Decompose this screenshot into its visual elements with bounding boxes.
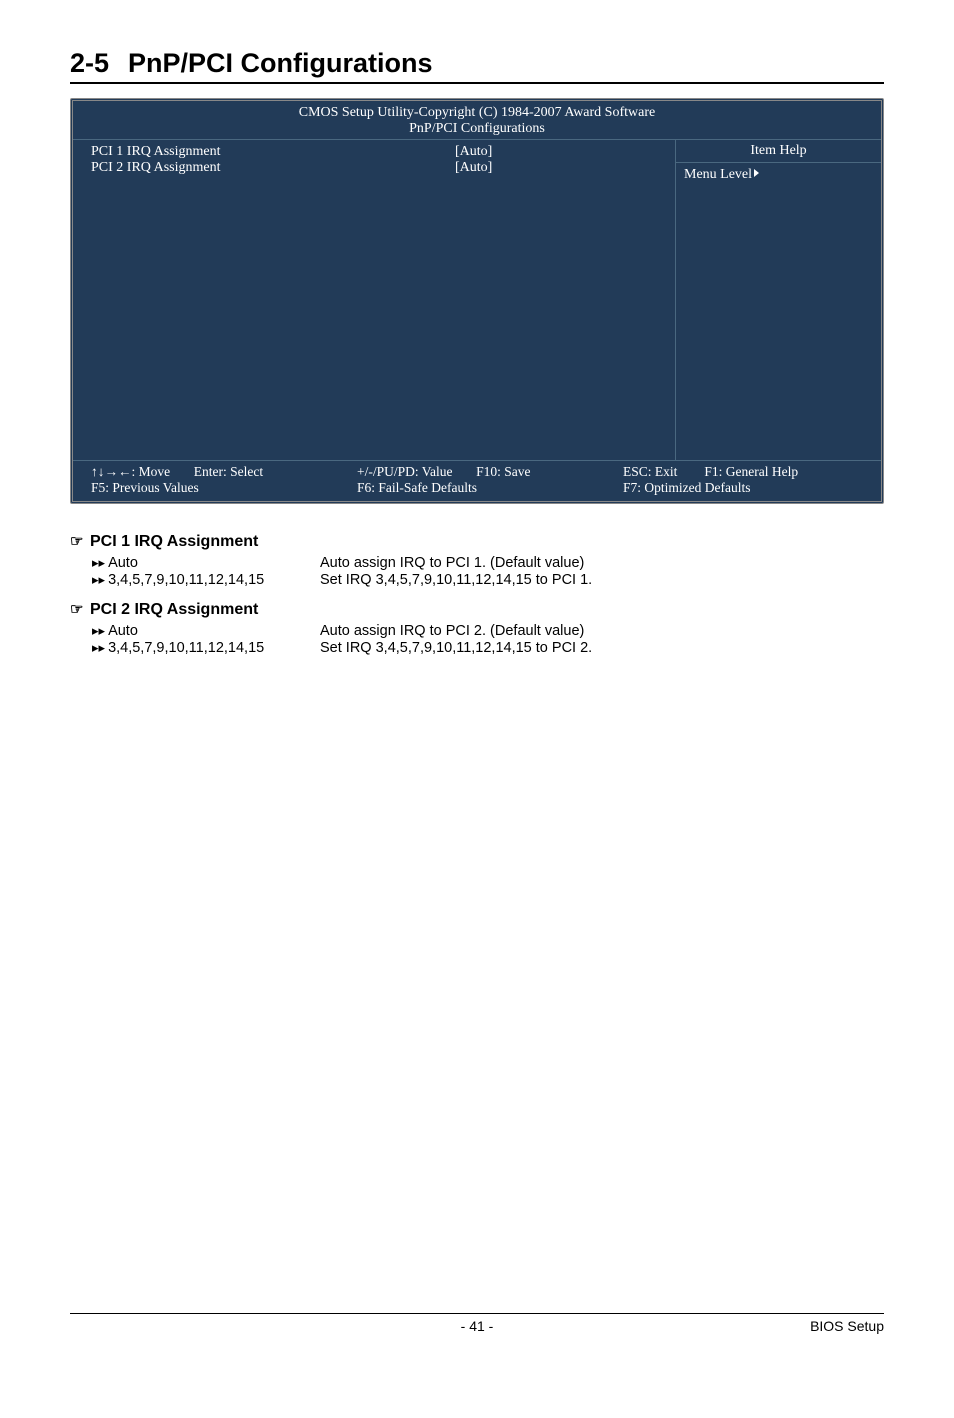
- bios-row-label: PCI 1 IRQ Assignment: [91, 144, 445, 160]
- option-heading: ☞PCI 1 IRQ Assignment: [70, 532, 884, 551]
- option-key: ▸▸ Auto: [92, 555, 320, 571]
- page-footer: - 41 - BIOS Setup: [70, 1313, 884, 1334]
- option-label: Auto: [108, 555, 138, 571]
- option-key: ▸▸ 3,4,5,7,9,10,11,12,14,15: [92, 572, 320, 588]
- option-label: 3,4,5,7,9,10,11,12,14,15: [108, 572, 264, 588]
- double-arrow-icon: ▸▸: [92, 555, 105, 571]
- footer-esc: ESC: Exit: [623, 464, 677, 479]
- option-description: Set IRQ 3,4,5,7,9,10,11,12,14,15 to PCI …: [320, 640, 884, 656]
- option-heading-text: PCI 1 IRQ Assignment: [90, 533, 258, 550]
- option-row: ▸▸ Auto Auto assign IRQ to PCI 1. (Defau…: [92, 555, 884, 571]
- bios-footer-col3: ESC: Exit F1: General Help F7: Optimized…: [623, 464, 871, 496]
- bios-help-text: Menu Level: [684, 167, 752, 182]
- bios-footer: ↑↓→←: Move Enter: Select F5: Previous Va…: [73, 460, 881, 501]
- double-arrow-icon: ▸▸: [92, 640, 105, 656]
- option-key: ▸▸ Auto: [92, 623, 320, 639]
- bios-body: PCI 1 IRQ Assignment PCI 2 IRQ Assignmen…: [73, 139, 881, 460]
- bios-header: CMOS Setup Utility-Copyright (C) 1984-20…: [73, 101, 881, 139]
- section-heading-text: PnP/PCI Configurations: [128, 48, 433, 78]
- bios-center-column: [Auto] [Auto]: [455, 140, 675, 460]
- footer-value: +/-/PU/PD: Value: [357, 464, 453, 479]
- option-row: ▸▸ Auto Auto assign IRQ to PCI 2. (Defau…: [92, 623, 884, 639]
- bios-row-label: PCI 2 IRQ Assignment: [91, 160, 445, 176]
- bios-row-value: [Auto]: [455, 144, 675, 160]
- option-row: ▸▸ 3,4,5,7,9,10,11,12,14,15 Set IRQ 3,4,…: [92, 572, 884, 588]
- page: 2-5PnP/PCI Configurations CMOS Setup Uti…: [0, 0, 954, 1360]
- footer-save: F10: Save: [476, 464, 530, 479]
- bios-header-line1: CMOS Setup Utility-Copyright (C) 1984-20…: [73, 105, 881, 121]
- option-label: 3,4,5,7,9,10,11,12,14,15: [108, 640, 264, 656]
- page-number: - 41 -: [70, 1318, 884, 1334]
- bios-row-value: [Auto]: [455, 160, 675, 176]
- pointing-hand-icon: ☞: [70, 532, 86, 550]
- bios-help-panel: Item Help Menu Level: [675, 140, 881, 460]
- bios-header-line2: PnP/PCI Configurations: [73, 121, 881, 137]
- footer-enter: Enter: Select: [194, 464, 263, 479]
- option-description: Set IRQ 3,4,5,7,9,10,11,12,14,15 to PCI …: [320, 572, 884, 588]
- option-heading-text: PCI 2 IRQ Assignment: [90, 601, 258, 618]
- bios-footer-col2: +/-/PU/PD: Value F10: Save F6: Fail-Safe…: [357, 464, 605, 496]
- option-key: ▸▸ 3,4,5,7,9,10,11,12,14,15: [92, 640, 320, 656]
- footer-move: ↑↓→←: Move: [91, 464, 170, 479]
- section-title: 2-5PnP/PCI Configurations: [70, 48, 884, 84]
- section-number: 2-5: [70, 48, 128, 79]
- footer-optimized: F7: Optimized Defaults: [623, 480, 750, 495]
- double-arrow-icon: ▸▸: [92, 623, 105, 639]
- footer-failsafe: F6: Fail-Safe Defaults: [357, 480, 477, 495]
- bios-footer-col1: ↑↓→←: Move Enter: Select F5: Previous Va…: [91, 464, 339, 496]
- bios-left-column: PCI 1 IRQ Assignment PCI 2 IRQ Assignmen…: [73, 140, 455, 460]
- pointing-hand-icon: ☞: [70, 600, 86, 618]
- options-block: ☞PCI 1 IRQ Assignment ▸▸ Auto Auto assig…: [92, 532, 884, 656]
- option-description: Auto assign IRQ to PCI 2. (Default value…: [320, 623, 884, 639]
- option-heading: ☞PCI 2 IRQ Assignment: [70, 600, 884, 619]
- footer-general: F1: General Help: [704, 464, 798, 479]
- footer-prev: F5: Previous Values: [91, 480, 199, 495]
- right-triangle-icon: [754, 169, 759, 177]
- double-arrow-icon: ▸▸: [92, 572, 105, 588]
- bios-screen: CMOS Setup Utility-Copyright (C) 1984-20…: [70, 98, 884, 504]
- bios-help-title: Item Help: [676, 140, 881, 163]
- option-description: Auto assign IRQ to PCI 1. (Default value…: [320, 555, 884, 571]
- bios-help-body: Menu Level: [676, 163, 881, 187]
- option-label: Auto: [108, 623, 138, 639]
- option-row: ▸▸ 3,4,5,7,9,10,11,12,14,15 Set IRQ 3,4,…: [92, 640, 884, 656]
